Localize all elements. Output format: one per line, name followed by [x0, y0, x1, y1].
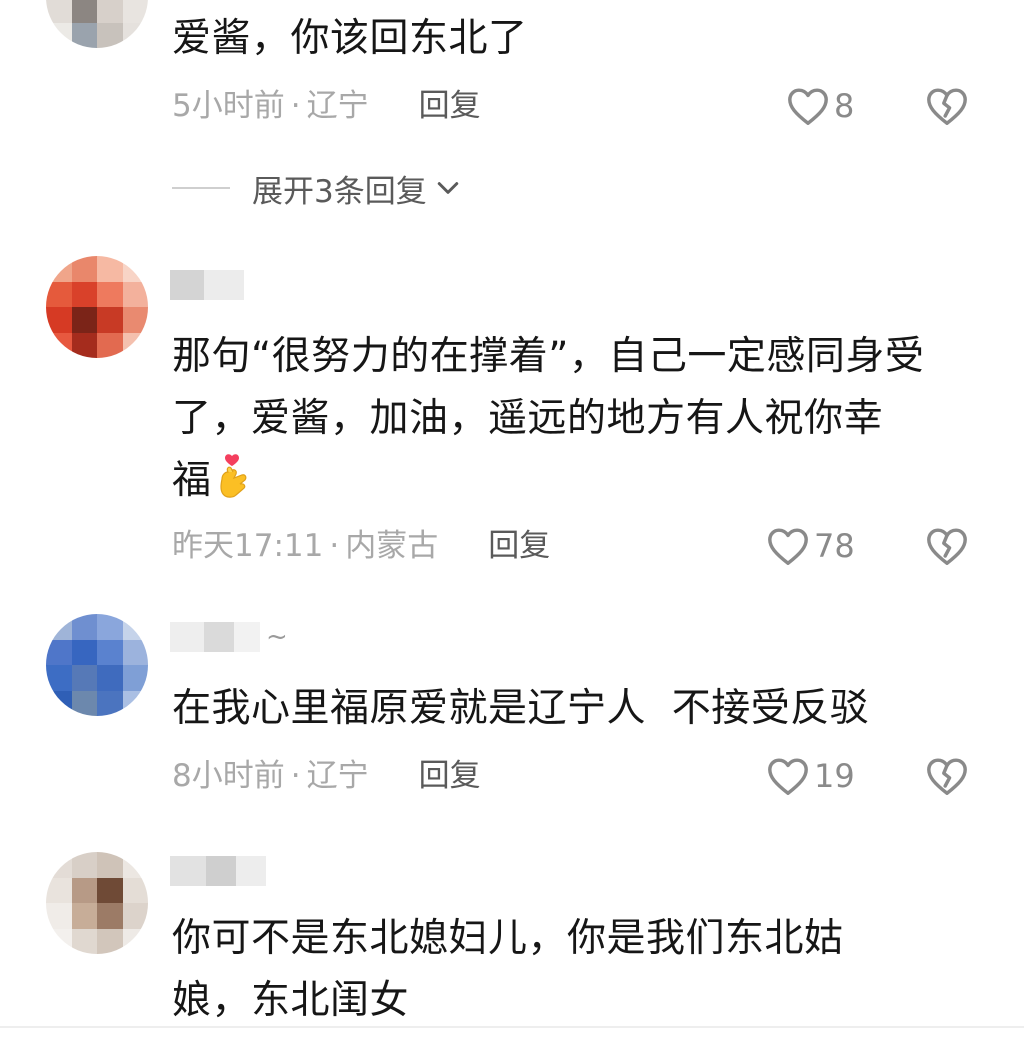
bottom-divider	[0, 1026, 1024, 1028]
broken-heart-icon	[927, 528, 967, 565]
meta-separator: ·	[290, 88, 301, 124]
dislike-button[interactable]	[925, 754, 969, 798]
avatar[interactable]	[46, 614, 148, 716]
comment-time: 5小时前	[172, 88, 285, 124]
heart-outline-icon	[768, 528, 808, 565]
like-count: 19	[814, 757, 855, 795]
comment-location: 辽宁	[306, 88, 369, 124]
comment-text-line: 娘，东北闺女	[172, 978, 410, 1023]
comment-text-line: 那句“很努力的在撑着”，自己一定感同身受	[172, 334, 925, 379]
avatar[interactable]	[46, 0, 148, 48]
dislike-button[interactable]	[925, 84, 969, 128]
like-button[interactable]: 78	[766, 524, 855, 568]
comment-text: 那句“很努力的在撑着”，自己一定感同身受 了，爱酱，加油，遥远的地方有人祝你幸 …	[172, 326, 972, 512]
comment-meta: 5小时前 · 辽宁 回复	[172, 84, 481, 128]
comment-time: 昨天17:11	[172, 528, 324, 564]
finger-heart-emoji	[219, 454, 246, 498]
comment-text: 你可不是东北媳妇儿，你是我们东北姑 娘，东北闺女	[172, 908, 972, 1032]
comment-location: 内蒙古	[345, 528, 439, 564]
comment-location: 辽宁	[306, 758, 369, 794]
divider	[172, 187, 230, 189]
reply-button[interactable]: 回复	[488, 524, 550, 568]
comment-text-line: 了，爱酱，加油，遥远的地方有人祝你幸	[172, 396, 884, 441]
broken-heart-icon	[927, 88, 967, 126]
reply-button[interactable]: 回复	[419, 84, 481, 128]
expand-replies-label: 展开3条回复	[252, 173, 427, 210]
meta-separator: ·	[329, 528, 340, 564]
username-suffix: ~	[266, 622, 288, 652]
like-button[interactable]: 8	[786, 84, 854, 128]
dislike-button[interactable]	[925, 524, 969, 568]
username-blurred[interactable]	[170, 270, 244, 300]
chevron-down-icon	[437, 182, 458, 194]
comment-meta: 昨天17:11 · 内蒙古 回复	[172, 524, 550, 568]
avatar[interactable]	[46, 256, 148, 358]
like-count: 78	[814, 527, 855, 565]
like-count: 8	[834, 87, 855, 125]
comment-text-line: 福	[172, 450, 972, 512]
like-button[interactable]: 19	[766, 754, 855, 798]
heart-outline-icon	[788, 88, 828, 126]
meta-separator: ·	[290, 758, 301, 794]
comment-time: 8小时前	[172, 758, 285, 794]
comment-meta: 8小时前 · 辽宁 回复	[172, 754, 481, 798]
reply-button[interactable]: 回复	[419, 754, 481, 798]
username-blurred[interactable]	[170, 856, 266, 886]
username-blurred[interactable]: ~	[170, 622, 288, 652]
expand-replies-button[interactable]: 展开3条回复	[172, 166, 463, 210]
comment-text-line: 你可不是东北媳妇儿，你是我们东北姑	[172, 916, 844, 961]
avatar[interactable]	[46, 852, 148, 954]
heart-outline-icon	[768, 758, 808, 795]
comment-text: 爱酱，你该回东北了	[172, 16, 528, 61]
broken-heart-icon	[927, 758, 967, 795]
comment-text: 在我心里福原爱就是辽宁人 不接受反驳	[172, 686, 870, 731]
